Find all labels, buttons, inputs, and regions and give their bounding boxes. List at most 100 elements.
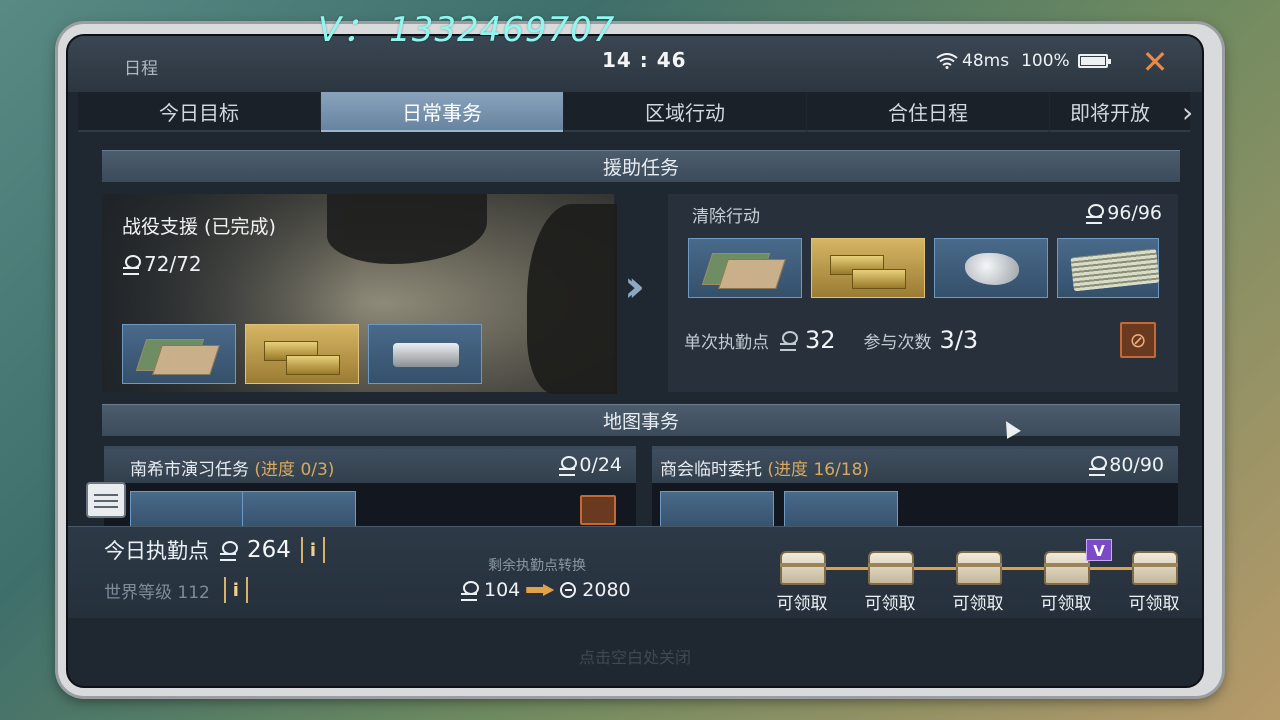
single-duty-value: 32 bbox=[805, 326, 836, 354]
chest-claim-label[interactable]: 可领取 bbox=[938, 589, 1018, 614]
reward-chest-1[interactable] bbox=[776, 543, 830, 587]
tab-daily-affairs[interactable]: 日常事务 bbox=[321, 92, 563, 132]
map-event-card[interactable]: 商会临时委托 (进度 16/18) 80/90 bbox=[652, 446, 1178, 531]
reward-gold-item[interactable] bbox=[811, 238, 925, 298]
reward-chest-3[interactable] bbox=[952, 543, 1006, 587]
tab-cohabit-schedule[interactable]: 合住日程 bbox=[807, 92, 1049, 132]
reward-cash-item[interactable] bbox=[1057, 238, 1160, 298]
convert-to: 2080 bbox=[582, 579, 631, 601]
single-duty-label: 单次执勤点 bbox=[684, 332, 769, 353]
compass-button[interactable]: ⊘ bbox=[1120, 322, 1156, 358]
tab-region-action[interactable]: 区域行动 bbox=[564, 92, 806, 132]
reward-map-item[interactable] bbox=[660, 491, 774, 531]
duty-point-icon bbox=[122, 255, 141, 275]
event-points: 80/90 bbox=[1088, 454, 1164, 476]
clock: 14 : 46 bbox=[602, 48, 687, 72]
reward-badge-item[interactable] bbox=[242, 491, 356, 531]
arrow-right-icon bbox=[526, 584, 555, 596]
app-screen: 日程 14 : 46 48ms 100% ✕ 今日目标 日常事务 区域行动 合住… bbox=[66, 34, 1204, 688]
close-hint[interactable]: 点击空白处关闭 bbox=[68, 644, 1202, 668]
event-title: 商会临时委托 (进度 16/18) bbox=[660, 455, 869, 480]
chest-claim-label[interactable]: 可领取 bbox=[850, 589, 930, 614]
duty-point-icon bbox=[460, 581, 479, 601]
event-points: 0/24 bbox=[558, 454, 622, 476]
participation-value: 3/3 bbox=[939, 326, 979, 354]
world-level: 世界等级 112 i bbox=[104, 577, 248, 603]
gold-bar-icon bbox=[286, 355, 340, 375]
reward-cash-item[interactable] bbox=[784, 491, 898, 531]
duty-point-icon bbox=[558, 456, 578, 476]
double-chevron-icon: ›› bbox=[624, 261, 646, 312]
tab-bar: 今日目标 日常事务 区域行动 合住日程 即将开放 › bbox=[78, 92, 1198, 132]
convert-from: 104 bbox=[484, 579, 521, 601]
mission-points-value: 72/72 bbox=[144, 252, 202, 276]
map-icon bbox=[699, 249, 789, 289]
mission-points: 72/72 bbox=[122, 252, 202, 276]
close-icon[interactable]: ✕ bbox=[1138, 46, 1172, 80]
ore-icon bbox=[965, 253, 1019, 285]
map-landmass bbox=[527, 204, 617, 394]
duty-point-icon bbox=[1085, 204, 1105, 224]
mission-title: 清除行动 bbox=[692, 207, 760, 227]
info-button[interactable]: i bbox=[223, 577, 248, 603]
mission-title: 战役支援 (已完成) bbox=[122, 216, 276, 238]
convert-title: 剩余执勤点转换 bbox=[488, 558, 586, 574]
assist-mission-campaign[interactable]: 战役支援 (已完成) 72/72 bbox=[102, 194, 617, 394]
reward-map-item[interactable] bbox=[130, 491, 244, 531]
battery-level: 100% bbox=[1021, 51, 1070, 71]
event-header: 商会临时委托 (进度 16/18) 80/90 bbox=[652, 449, 1178, 483]
event-header: 南希市演习任务 (进度 0/3) 0/24 bbox=[104, 449, 636, 483]
status-bar: 日程 14 : 46 48ms 100% ✕ bbox=[68, 36, 1202, 92]
edit-button[interactable] bbox=[580, 495, 616, 525]
map-event-card[interactable]: 南希市演习任务 (进度 0/3) 0/24 bbox=[104, 446, 636, 531]
duty-point-icon bbox=[1088, 456, 1108, 476]
reward-gold-item[interactable] bbox=[245, 324, 359, 384]
event-title: 南希市演习任务 (进度 0/3) bbox=[130, 455, 334, 480]
participation-label: 参与次数 bbox=[863, 332, 932, 353]
info-button[interactable]: i bbox=[300, 537, 325, 563]
today-duty-label: 今日执勤点 bbox=[104, 539, 209, 563]
reward-map-item[interactable] bbox=[122, 324, 236, 384]
today-duty: 今日执勤点 264 i bbox=[104, 535, 325, 565]
reward-map-item[interactable] bbox=[688, 238, 802, 298]
reward-chest-2[interactable] bbox=[864, 543, 918, 587]
network-latency: 48ms bbox=[962, 51, 1010, 71]
compass-icon: ⊘ bbox=[1129, 328, 1147, 352]
battery-icon bbox=[1077, 54, 1111, 68]
tab-coming-soon[interactable]: 即将开放 bbox=[1050, 92, 1190, 132]
duty-point-icon bbox=[779, 331, 798, 351]
duty-point-icon bbox=[219, 541, 238, 561]
coin-icon bbox=[560, 582, 577, 598]
chest-claim-label[interactable]: 可领取 bbox=[1114, 589, 1194, 614]
tab-today-goals[interactable]: 今日目标 bbox=[78, 92, 320, 132]
convert-row: 104 2080 bbox=[460, 579, 631, 601]
reward-component-item[interactable] bbox=[368, 324, 482, 384]
event-progress: (进度 16/18) bbox=[767, 460, 870, 480]
mission-stats: 单次执勤点 32 参与次数 3/3 bbox=[684, 326, 1006, 354]
status-indicators: 48ms 100% bbox=[936, 51, 1111, 71]
map-icon bbox=[133, 335, 223, 375]
reward-ore-item[interactable] bbox=[934, 238, 1048, 298]
event-points-value: 80/90 bbox=[1109, 454, 1164, 476]
vip-badge: V bbox=[1086, 539, 1112, 561]
event-name: 南希市演习任务 bbox=[130, 460, 249, 480]
watermark-text: V： 1332469707 bbox=[318, 10, 616, 50]
window-title: 日程 bbox=[124, 59, 158, 79]
cash-icon bbox=[1070, 248, 1160, 292]
reward-chest-5[interactable] bbox=[1128, 543, 1182, 587]
today-duty-value: 264 bbox=[247, 537, 291, 563]
duty-summary-panel: 今日执勤点 264 i 世界等级 112 i 剩余执勤点转换 104 2080 … bbox=[68, 526, 1202, 618]
assist-mission-clear[interactable]: 清除行动 96/96 单次执勤点 32 参与次数 3/3 ⊘ bbox=[668, 194, 1178, 392]
chevron-right-icon[interactable]: › bbox=[1182, 96, 1193, 129]
world-level-text: 世界等级 112 bbox=[104, 582, 210, 603]
chest-claim-label[interactable]: 可领取 bbox=[762, 589, 842, 614]
section-assist-header: 援助任务 bbox=[102, 150, 1180, 182]
mission-points: 96/96 bbox=[1085, 202, 1162, 224]
gold-bar-icon bbox=[852, 269, 906, 289]
mission-points-value: 96/96 bbox=[1107, 202, 1162, 224]
notes-icon[interactable] bbox=[86, 482, 126, 518]
component-icon bbox=[393, 343, 459, 367]
chest-claim-label[interactable]: 可领取 bbox=[1026, 589, 1106, 614]
event-progress: (进度 0/3) bbox=[254, 460, 335, 480]
event-points-value: 0/24 bbox=[579, 454, 622, 476]
